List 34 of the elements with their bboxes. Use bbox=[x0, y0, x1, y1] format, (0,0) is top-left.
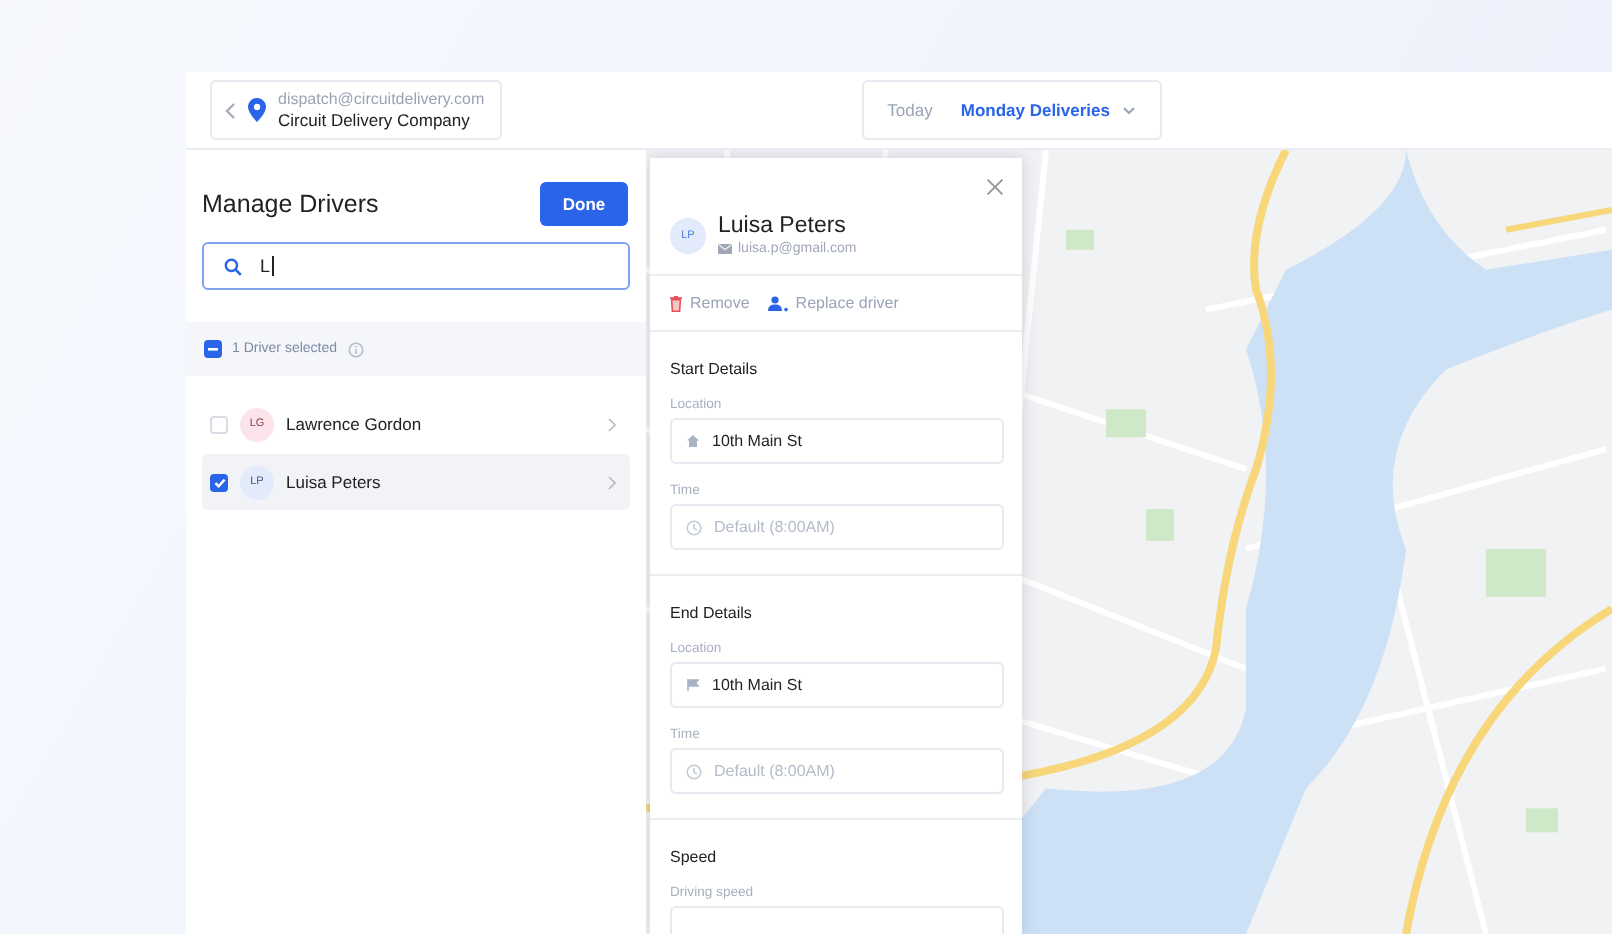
close-icon[interactable] bbox=[986, 178, 1004, 196]
replace-driver-button[interactable]: Replace driver bbox=[767, 294, 899, 312]
trash-icon bbox=[670, 295, 682, 311]
select-all-checkbox[interactable] bbox=[204, 340, 222, 358]
flag-icon bbox=[686, 678, 700, 692]
driver-name: Lawrence Gordon bbox=[286, 414, 424, 434]
section-title: Start Details bbox=[670, 360, 760, 378]
driver-name: Luisa Peters bbox=[718, 214, 848, 238]
input-field[interactable]: 10th Main St bbox=[670, 662, 1004, 708]
account-email: dispatch@circuitdelivery.com bbox=[278, 90, 485, 108]
section-title: End Details bbox=[670, 604, 754, 622]
company-name: Circuit Delivery Company bbox=[278, 110, 472, 130]
person-icon bbox=[767, 295, 788, 311]
input-field[interactable]: 10th Main St bbox=[670, 418, 1004, 464]
back-icon[interactable] bbox=[224, 101, 236, 119]
chevron-right-icon bbox=[608, 417, 616, 431]
check-icon bbox=[213, 477, 225, 487]
driver-name: Luisa Peters bbox=[286, 472, 383, 492]
caret-icon bbox=[1122, 105, 1136, 115]
minus-icon bbox=[208, 347, 218, 351]
driver-checkbox[interactable] bbox=[210, 473, 228, 491]
clock-icon bbox=[686, 763, 702, 779]
done-button[interactable]: Done bbox=[540, 182, 628, 226]
chevron-right-icon bbox=[608, 475, 616, 489]
clock-icon bbox=[686, 519, 702, 535]
home-icon bbox=[686, 434, 700, 448]
panel-title: Manage Drivers bbox=[202, 190, 379, 218]
section-title: Speed bbox=[670, 848, 719, 866]
search-field[interactable]: L bbox=[202, 242, 630, 290]
search-icon bbox=[224, 257, 242, 275]
date-tab[interactable]: Monday Deliveries bbox=[960, 100, 1136, 120]
info-icon[interactable] bbox=[347, 341, 364, 357]
mail-icon bbox=[718, 244, 732, 254]
location-pin-icon bbox=[248, 98, 266, 122]
